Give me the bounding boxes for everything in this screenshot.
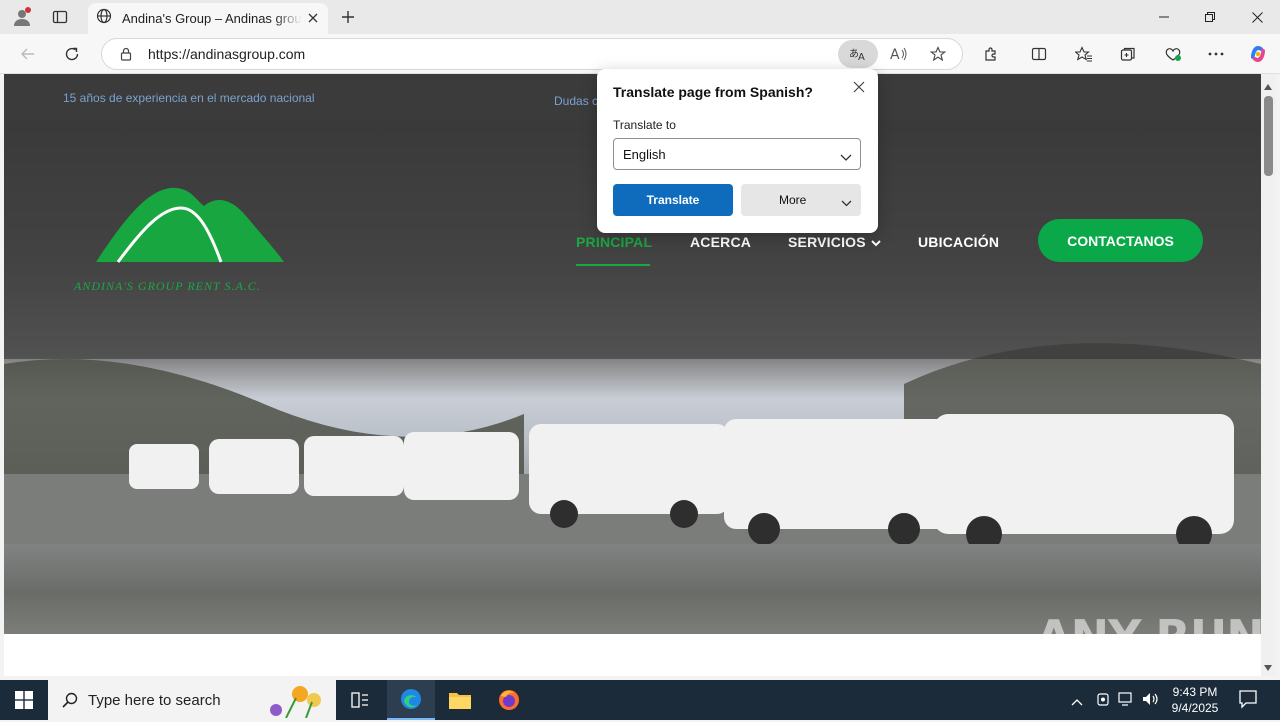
nav-servicios-label: SERVICIOS (788, 234, 866, 250)
url-text[interactable]: https://andinasgroup.com (148, 46, 305, 62)
nav-principal[interactable]: PRINCIPAL (576, 234, 652, 250)
refresh-icon[interactable] (60, 42, 84, 66)
new-tab-icon[interactable] (336, 5, 360, 29)
topbar-tagline: 15 años de experiencia en el mercado nac… (63, 91, 315, 105)
network-icon[interactable] (1118, 692, 1136, 711)
back-icon[interactable] (16, 42, 40, 66)
mountain-logo-icon[interactable] (96, 186, 284, 264)
tab-title: Andina's Group – Andinas group. (122, 11, 302, 26)
firefox-icon[interactable] (485, 680, 533, 720)
notifications-icon[interactable] (1238, 689, 1258, 714)
translate-icon[interactable]: あA (838, 40, 878, 68)
language-select-value: English (623, 146, 666, 162)
globe-icon (96, 8, 112, 29)
search-icon (62, 692, 78, 712)
security-tray-icon[interactable] (1096, 691, 1110, 712)
more-button[interactable]: More (741, 184, 861, 216)
search-placeholder: Type here to search (88, 691, 221, 709)
translate-popup: Translate page from Spanish? Translate t… (597, 69, 878, 233)
translate-button[interactable]: Translate (613, 184, 733, 216)
favorite-star-icon[interactable] (926, 42, 950, 66)
close-icon[interactable] (847, 75, 871, 99)
chevron-down-icon (841, 196, 852, 210)
split-screen-icon[interactable] (1027, 42, 1051, 66)
anyrun-watermark: ANY RUN (1036, 610, 1265, 664)
minimize-icon[interactable] (1141, 0, 1187, 34)
lock-icon[interactable] (114, 42, 138, 66)
more-menu-icon[interactable] (1204, 42, 1228, 66)
browser-essentials-icon[interactable] (1161, 42, 1185, 66)
collections-icon[interactable] (1116, 42, 1140, 66)
browser-tab-active[interactable]: Andina's Group – Andinas group. (88, 3, 328, 34)
close-tab-icon[interactable] (308, 10, 318, 28)
svg-text:A: A (858, 52, 865, 62)
scrollbar-thumb[interactable] (1264, 96, 1273, 176)
file-explorer-icon[interactable] (436, 680, 484, 720)
scroll-down-icon[interactable] (1263, 659, 1273, 677)
language-select[interactable]: English (613, 138, 861, 170)
nav-acerca[interactable]: ACERCA (690, 234, 751, 250)
edge-taskbar-icon[interactable] (387, 680, 435, 720)
read-aloud-icon[interactable]: A (886, 42, 910, 66)
contact-button[interactable]: CONTACTANOS (1038, 219, 1203, 262)
more-button-label: More (779, 193, 807, 207)
nav-active-underline (576, 264, 650, 266)
translate-to-label: Translate to (613, 118, 676, 132)
flowers-decoration-icon (266, 682, 332, 722)
nav-ubicacion[interactable]: UBICACIÓN (918, 234, 999, 250)
nav-servicios[interactable]: SERVICIOS (788, 234, 881, 250)
extensions-icon[interactable] (979, 42, 1003, 66)
taskbar-search-input[interactable]: Type here to search (48, 680, 336, 720)
windows-start-icon[interactable] (0, 680, 48, 720)
svg-text:A: A (890, 47, 900, 62)
chevron-down-icon (871, 234, 881, 250)
restore-icon[interactable] (1187, 0, 1233, 34)
profile-icon[interactable] (10, 5, 34, 29)
translate-popup-title: Translate page from Spanish? (613, 84, 813, 100)
clock-time: 9:43 PM (1172, 685, 1218, 699)
clock-date: 9/4/2025 (1171, 701, 1219, 715)
topbar-contact-text: Dudas c (554, 94, 599, 108)
favorites-icon[interactable] (1072, 42, 1096, 66)
task-view-icon[interactable] (336, 680, 384, 720)
tab-actions-icon[interactable] (48, 5, 72, 29)
tray-chevron-up-icon[interactable] (1071, 693, 1083, 711)
copilot-icon[interactable] (1246, 42, 1270, 66)
scroll-up-icon[interactable] (1263, 78, 1273, 96)
taskbar-clock[interactable]: 9:43 PM 9/4/2025 (1160, 684, 1230, 716)
logo-wordmark[interactable]: ANDINA'S GROUP RENT S.A.C. (74, 279, 261, 294)
close-window-icon[interactable] (1234, 0, 1280, 34)
chevron-down-icon (840, 150, 852, 165)
volume-icon[interactable] (1142, 691, 1160, 712)
